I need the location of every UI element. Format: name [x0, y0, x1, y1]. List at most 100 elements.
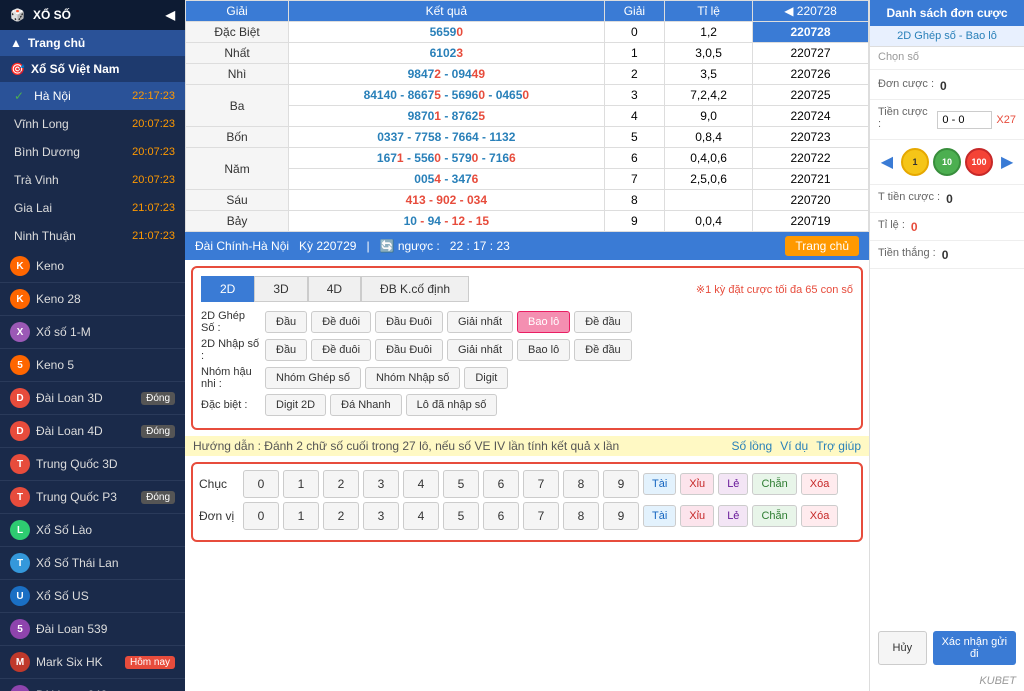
ghep-dauduoi-btn[interactable]: Đầu Đuôi [375, 311, 443, 333]
dacbiet-danhanh-btn[interactable]: Đá Nhanh [330, 394, 402, 416]
sidebar-item-gialai[interactable]: Gia Lai 21:07:23 [0, 194, 185, 222]
sidebar-game-xs1m[interactable]: X Xổ số 1-M [0, 316, 185, 349]
prize-label: Nhì [186, 64, 289, 85]
donvi-le-btn[interactable]: Lẻ [718, 505, 748, 527]
dacbiet-digit2d-btn[interactable]: Digit 2D [265, 394, 326, 416]
trangchu-btn[interactable]: Trang chủ [785, 236, 859, 256]
sidebar-item-vinhlong[interactable]: Vĩnh Long 20:07:23 [0, 110, 185, 138]
chuc-tai-btn[interactable]: Tài [643, 473, 676, 495]
dacbiet-lodanhapso-btn[interactable]: Lô đã nhập số [406, 394, 498, 416]
tien-cuoc-input[interactable] [937, 111, 992, 129]
chuc-7[interactable]: 7 [523, 470, 559, 498]
ghep-dedau-btn[interactable]: Đề đầu [574, 311, 631, 333]
nhap-dau-btn[interactable]: Đầu [265, 339, 307, 361]
tab-3d[interactable]: 3D [254, 276, 307, 302]
donvi-xoa-btn[interactable]: Xóa [801, 505, 839, 527]
chuc-1[interactable]: 1 [283, 470, 319, 498]
sidebar-game-xslao[interactable]: L Xổ Số Lào [0, 514, 185, 547]
nhap-baolo-btn[interactable]: Bao lô [517, 339, 570, 361]
nhom-nhapso-btn[interactable]: Nhóm Nhập số [365, 367, 460, 389]
donvi-4[interactable]: 4 [403, 502, 439, 530]
vidu-link[interactable]: Ví dụ [780, 439, 808, 453]
donvi-6[interactable]: 6 [483, 502, 519, 530]
donvi-9[interactable]: 9 [603, 502, 639, 530]
donvi-3[interactable]: 3 [363, 502, 399, 530]
nhap-deduoi-btn[interactable]: Đề đuôi [311, 339, 371, 361]
sidebar-item-travinh[interactable]: Trà Vinh 20:07:23 [0, 166, 185, 194]
sidebar-game-marksix[interactable]: M Mark Six HK Hôm nay [0, 646, 185, 679]
prize-round: 220725 [753, 85, 869, 106]
coin-prev-btn[interactable]: ◀ [877, 152, 897, 172]
sidebar-lottery-group[interactable]: 🎯 Xổ Số Việt Nam [0, 56, 185, 82]
donvi-8[interactable]: 8 [563, 502, 599, 530]
nhap-dedau-btn[interactable]: Đề đầu [574, 339, 631, 361]
chuc-xoa-btn[interactable]: Xóa [801, 473, 839, 495]
table-row: Nhất 61023 1 3,0,5 220727 [186, 43, 869, 64]
nhap-giainhat-btn[interactable]: Giải nhất [447, 339, 513, 361]
donvi-xiu-btn[interactable]: Xỉu [680, 505, 714, 527]
right-panel-subtitle: 2D Ghép số - Bao lô [870, 26, 1024, 47]
nhom-digit-btn[interactable]: Digit [464, 367, 508, 389]
coin-100[interactable]: 100 [965, 148, 993, 176]
trogiup-link[interactable]: Trợ giúp [816, 439, 861, 453]
tab-4d[interactable]: 4D [308, 276, 361, 302]
sidebar-game-dailoan4d[interactable]: D Đài Loan 4D Đóng [0, 415, 185, 448]
chuc-0[interactable]: 0 [243, 470, 279, 498]
ghep-baolo-btn[interactable]: Bao lô [517, 311, 570, 333]
right-panel: Danh sách đơn cược 2D Ghép số - Bao lô C… [869, 0, 1024, 691]
chuc-le-btn[interactable]: Lẻ [718, 473, 748, 495]
coin-next-btn[interactable]: ▶ [997, 152, 1017, 172]
donvi-5[interactable]: 5 [443, 502, 479, 530]
sidebar-game-keno28[interactable]: K Keno 28 [0, 283, 185, 316]
sidebar-game-tqp3[interactable]: T Trung Quốc P3 Đóng [0, 481, 185, 514]
donvi-tai-btn[interactable]: Tài [643, 505, 676, 527]
coin-1[interactable]: 1 [901, 148, 929, 176]
dailoan4d-badge: Đóng [141, 425, 175, 438]
donvi-1[interactable]: 1 [283, 502, 319, 530]
tab-2d[interactable]: 2D [201, 276, 254, 302]
prize-num: 6 [604, 148, 665, 169]
sidebar-game-tq3d[interactable]: T Trung Quốc 3D [0, 448, 185, 481]
sidebar-trangchu[interactable]: ▲ Trang chủ [0, 30, 185, 56]
vinhlong-label: Vĩnh Long [14, 117, 69, 131]
ghep-deduoi-btn[interactable]: Đề đuôi [311, 311, 371, 333]
sidebar-item-binhduong[interactable]: Bình Dương 20:07:23 [0, 138, 185, 166]
donvi-2[interactable]: 2 [323, 502, 359, 530]
chuc-5[interactable]: 5 [443, 470, 479, 498]
ti-le-label: Tỉ lệ : [878, 219, 905, 231]
sidebar-game-dl539[interactable]: 5 Đài Loan 539 [0, 613, 185, 646]
donvi-chan-btn[interactable]: Chẵn [752, 505, 796, 527]
sidebar-game-keno[interactable]: K Keno [0, 250, 185, 283]
sidebar-game-xsus[interactable]: U Xổ Số US [0, 580, 185, 613]
xacnhan-btn[interactable]: Xác nhận gửi đi [933, 631, 1016, 665]
chuc-3[interactable]: 3 [363, 470, 399, 498]
sidebar-game-dl649[interactable]: 6 Đài Loan 649 [0, 679, 185, 691]
chuc-9[interactable]: 9 [603, 470, 639, 498]
donvi-7[interactable]: 7 [523, 502, 559, 530]
chuc-xiu-btn[interactable]: Xỉu [680, 473, 714, 495]
chuc-2[interactable]: 2 [323, 470, 359, 498]
sidebar-game-xsthai[interactable]: T Xổ Số Thái Lan [0, 547, 185, 580]
sidebar-item-hanoi[interactable]: Hà Nội 22:17:23 [0, 82, 185, 110]
chuc-chan-btn[interactable]: Chẵn [752, 473, 796, 495]
tab-dbkcodinh[interactable]: ĐB K.cố định [361, 276, 469, 302]
chuc-4[interactable]: 4 [403, 470, 439, 498]
chuc-8[interactable]: 8 [563, 470, 599, 498]
nhap-dauduoi-btn[interactable]: Đầu Đuôi [375, 339, 443, 361]
sodong-link[interactable]: Số lồng [731, 439, 772, 453]
ghep-dau-btn[interactable]: Đầu [265, 311, 307, 333]
chuc-label: Chục [199, 477, 239, 491]
huy-btn[interactable]: Hủy [878, 631, 927, 665]
ghep-giainhat-btn[interactable]: Giải nhất [447, 311, 513, 333]
sidebar-game-keno5[interactable]: 5 Keno 5 [0, 349, 185, 382]
donvi-0[interactable]: 0 [243, 502, 279, 530]
sidebar-header: 🎲 XỔ SỐ ◀ [0, 0, 185, 30]
chuc-6[interactable]: 6 [483, 470, 519, 498]
sidebar-item-ninhthuan[interactable]: Ninh Thuận 21:07:23 [0, 222, 185, 250]
coin-10[interactable]: 10 [933, 148, 961, 176]
sidebar-collapse-icon[interactable]: ◀ [166, 8, 175, 22]
don-cuoc-label: Đơn cược : [878, 78, 934, 90]
sidebar-game-dailoan3d[interactable]: D Đài Loan 3D Đóng [0, 382, 185, 415]
nhom-ghepso-btn[interactable]: Nhóm Ghép số [265, 367, 361, 389]
table-row: 98701 - 87625 4 9,0 220724 [186, 106, 869, 127]
